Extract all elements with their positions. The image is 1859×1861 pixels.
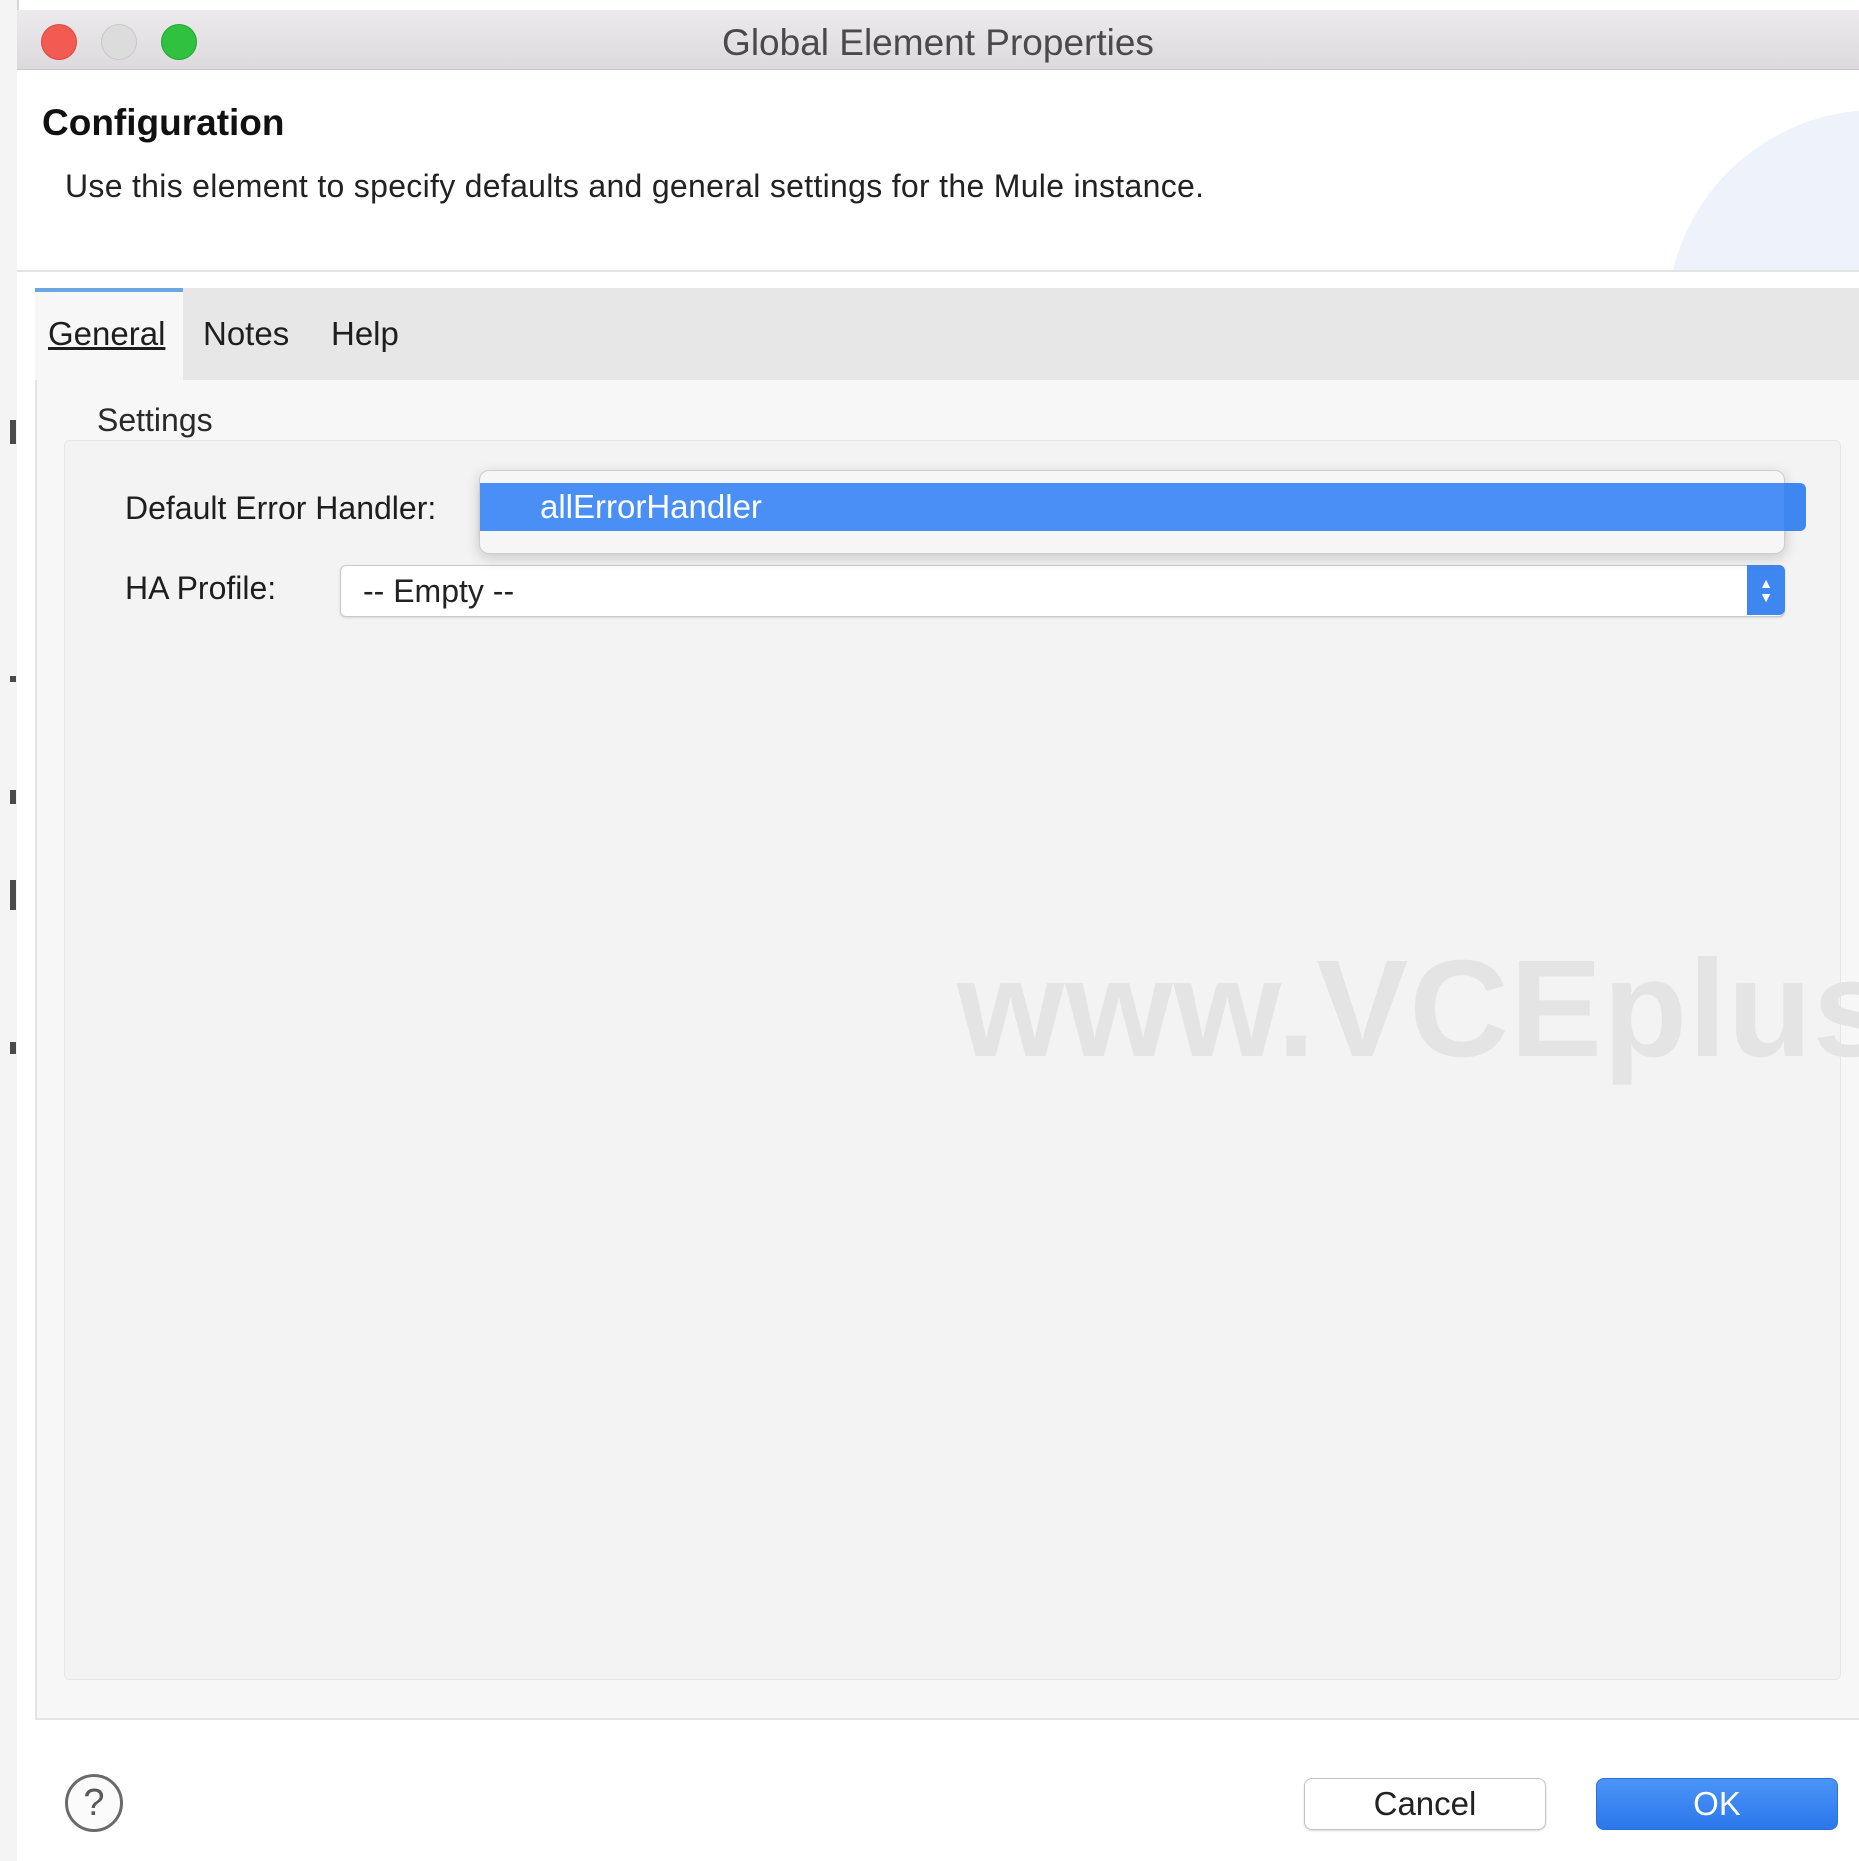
dropdown-option-allerrorhandler[interactable]: allErrorHandler — [480, 483, 1786, 531]
window-title: Global Element Properties — [722, 22, 1154, 63]
edge-mark — [10, 880, 16, 910]
tab-general-label: General — [48, 315, 166, 352]
config-title: Configuration — [42, 102, 285, 143]
ha-profile-label: HA Profile: — [125, 570, 277, 606]
ok-button[interactable]: OK — [1596, 1778, 1838, 1830]
tab-general[interactable]: General — [35, 288, 183, 380]
watermark-text: www.VCEplus. — [957, 932, 1859, 1086]
cancel-button[interactable]: Cancel — [1304, 1778, 1546, 1830]
edge-mark — [10, 420, 16, 444]
tab-notes-label: Notes — [203, 315, 290, 352]
edge-mark — [10, 676, 16, 682]
ha-profile-value: -- Empty -- — [363, 573, 515, 609]
config-description: Use this element to specify defaults and… — [65, 168, 1205, 204]
header-decoration — [1667, 110, 1859, 270]
updown-chevron-icon: ▲▼ — [1747, 565, 1785, 615]
tab-notes[interactable]: Notes — [190, 288, 302, 380]
help-icon[interactable]: ? — [65, 1774, 123, 1832]
updown-chevron-icon — [1784, 483, 1806, 531]
edge-mark — [10, 790, 16, 804]
title-bar: Global Element Properties — [17, 10, 1859, 70]
dialog-window: Global Element Properties Configuration … — [17, 10, 1859, 1861]
default-error-handler-label: Default Error Handler: — [125, 490, 437, 526]
dialog-footer: ? Cancel OK — [17, 1722, 1859, 1861]
screen: Global Element Properties Configuration … — [0, 0, 1859, 1861]
tab-help-label: Help — [331, 315, 399, 352]
tab-help[interactable]: Help — [318, 288, 412, 380]
dialog-header: Configuration Use this element to specif… — [17, 70, 1859, 272]
settings-group-label: Settings — [97, 402, 213, 438]
error-handler-dropdown-menu: allErrorHandler — [479, 470, 1806, 554]
ha-profile-select[interactable]: -- Empty -- ▲ ▼ — [340, 565, 1785, 617]
tab-bar: General Notes Help — [35, 288, 1859, 380]
edge-mark — [10, 1042, 16, 1054]
